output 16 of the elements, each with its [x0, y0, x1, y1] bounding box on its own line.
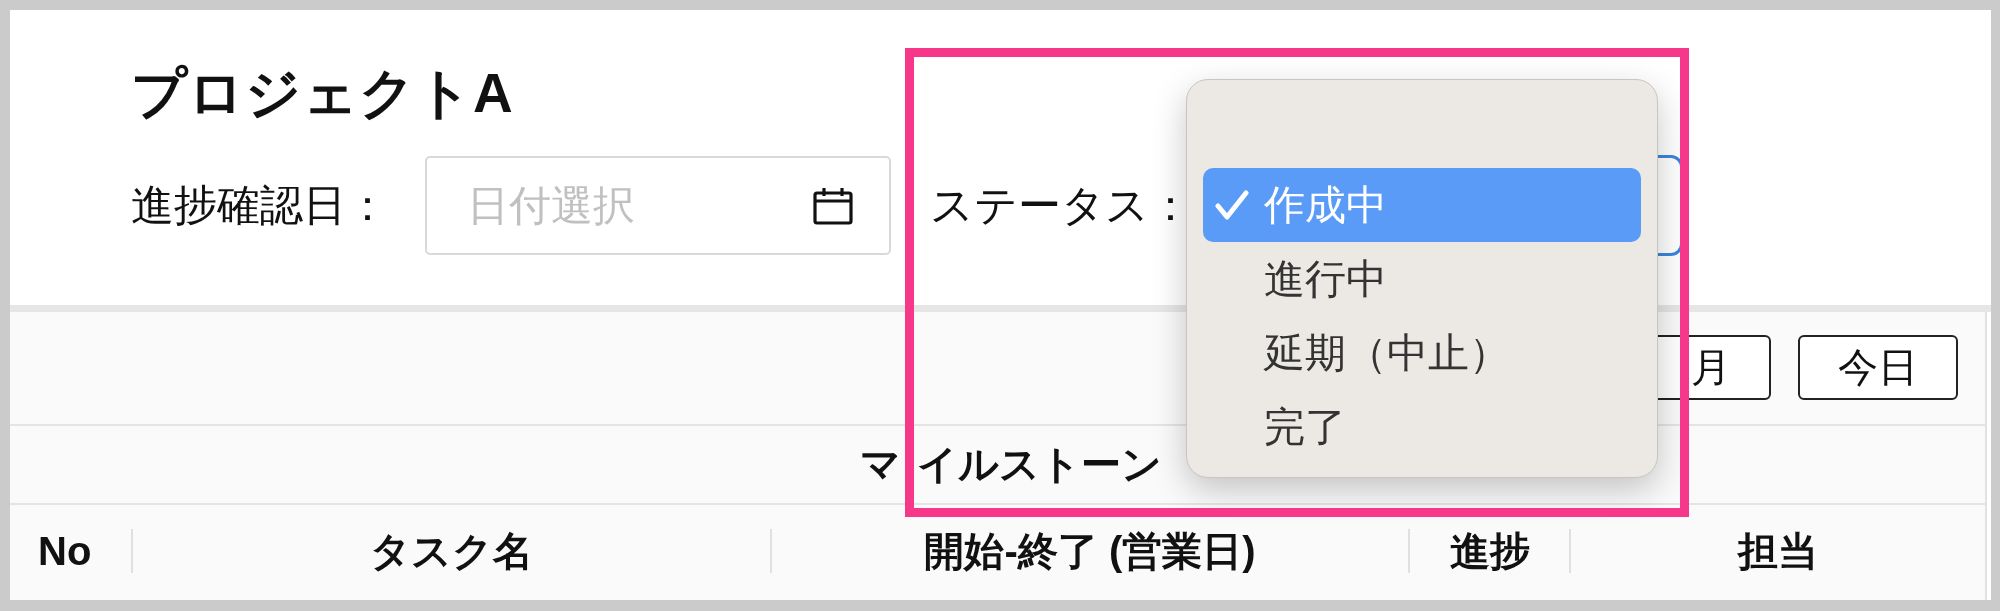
date-label: 進捗確認日： — [131, 179, 389, 231]
project-title: プロジェクトA — [131, 61, 514, 126]
check-icon — [1215, 190, 1249, 220]
column-header: 開始-終了 (営業日) — [770, 529, 1408, 573]
calendar-icon — [813, 187, 853, 225]
group-header: マイルストーン — [860, 441, 1162, 488]
menu-item[interactable]: 完了 — [1203, 390, 1641, 464]
column-header: タスク名 — [131, 529, 770, 573]
date-field[interactable]: 日付選択 — [425, 156, 891, 255]
menu-item[interactable]: 進行中 — [1203, 242, 1641, 316]
column-header: 進捗 — [1408, 529, 1569, 573]
column-header: 担当 — [1569, 529, 1985, 573]
today-button[interactable]: 今日 — [1798, 335, 1958, 400]
column-header: No — [37, 529, 93, 573]
menu-item[interactable]: 延期（中止） — [1203, 316, 1641, 390]
status-label: ステータス： — [930, 179, 1192, 231]
